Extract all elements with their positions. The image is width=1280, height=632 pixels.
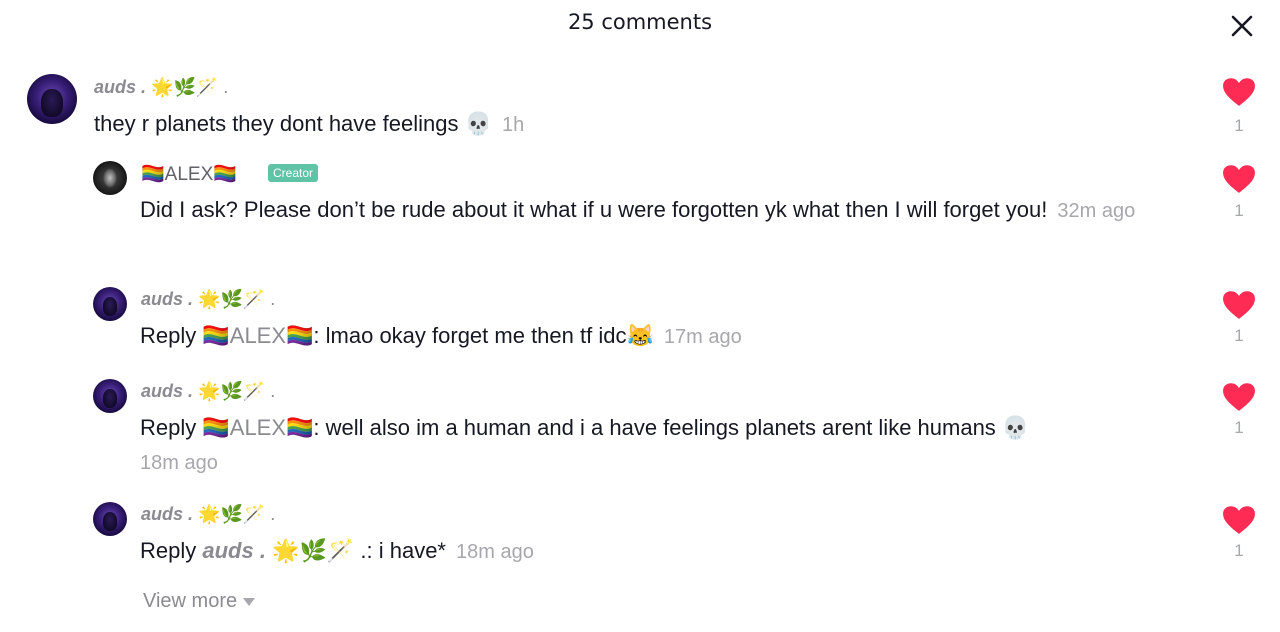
reply-mention[interactable]: 🏳️‍🌈ALEX🏳️‍🌈 bbox=[202, 415, 313, 440]
like-count: 1 bbox=[1234, 541, 1244, 560]
like-count: 1 bbox=[1234, 116, 1244, 135]
comments-count-title: 25 comments bbox=[567, 10, 713, 34]
reply-mention[interactable]: auds . 🌟🌿🪄 bbox=[202, 538, 354, 563]
avatar[interactable] bbox=[93, 379, 127, 413]
avatar[interactable] bbox=[93, 161, 127, 195]
comment-text: Reply auds . 🌟🌿🪄 .: i have* 18m ago bbox=[140, 538, 534, 563]
comment-username[interactable]: auds . 🌟🌿🪄 . bbox=[141, 504, 275, 525]
like-count: 1 bbox=[1234, 418, 1244, 437]
like-count: 1 bbox=[1234, 326, 1244, 345]
reply-label: Reply bbox=[140, 538, 197, 563]
comment-text: they r planets they dont have feelings 💀… bbox=[94, 111, 525, 136]
comment-username[interactable]: 🏳️‍🌈ALEX🏳️‍🌈 bbox=[141, 162, 237, 186]
view-more-button[interactable]: View more bbox=[143, 590, 256, 613]
avatar[interactable] bbox=[27, 74, 77, 124]
comment-time: 1h bbox=[501, 114, 525, 136]
reply-label: Reply bbox=[140, 415, 197, 440]
reply-mention[interactable]: 🏳️‍🌈ALEX🏳️‍🌈 bbox=[202, 323, 313, 348]
comment-text: Reply 🏳️‍🌈ALEX🏳️‍🌈: well also im a human… bbox=[140, 415, 1030, 440]
heart-icon[interactable] bbox=[1222, 382, 1256, 412]
heart-icon[interactable] bbox=[1222, 77, 1256, 107]
comment-text: Reply 🏳️‍🌈ALEX🏳️‍🌈: lmao okay forget me … bbox=[140, 323, 742, 348]
avatar[interactable] bbox=[93, 502, 127, 536]
comment-text: Did I ask? Please don’t be rude about it… bbox=[140, 197, 1136, 222]
comment-time: 17m ago bbox=[663, 326, 742, 348]
comment-username[interactable]: auds . 🌟🌿🪄 . bbox=[94, 77, 228, 98]
chevron-down-icon bbox=[243, 597, 256, 606]
comment-username[interactable]: auds . 🌟🌿🪄 . bbox=[141, 289, 275, 310]
comments-header: 25 comments bbox=[0, 0, 1280, 50]
close-icon[interactable] bbox=[1228, 12, 1256, 40]
comment-time: 18m ago bbox=[456, 541, 534, 563]
comment-username[interactable]: auds . 🌟🌿🪄 . bbox=[141, 381, 275, 402]
reply-label: Reply bbox=[140, 323, 197, 348]
creator-badge: Creator bbox=[268, 164, 319, 182]
comment-time: 32m ago bbox=[1057, 200, 1136, 222]
avatar[interactable] bbox=[93, 287, 127, 321]
like-count: 1 bbox=[1234, 201, 1244, 220]
heart-icon[interactable] bbox=[1222, 164, 1256, 194]
comment-time: 18m ago bbox=[140, 452, 218, 474]
heart-icon[interactable] bbox=[1222, 290, 1256, 320]
heart-icon[interactable] bbox=[1222, 505, 1256, 535]
